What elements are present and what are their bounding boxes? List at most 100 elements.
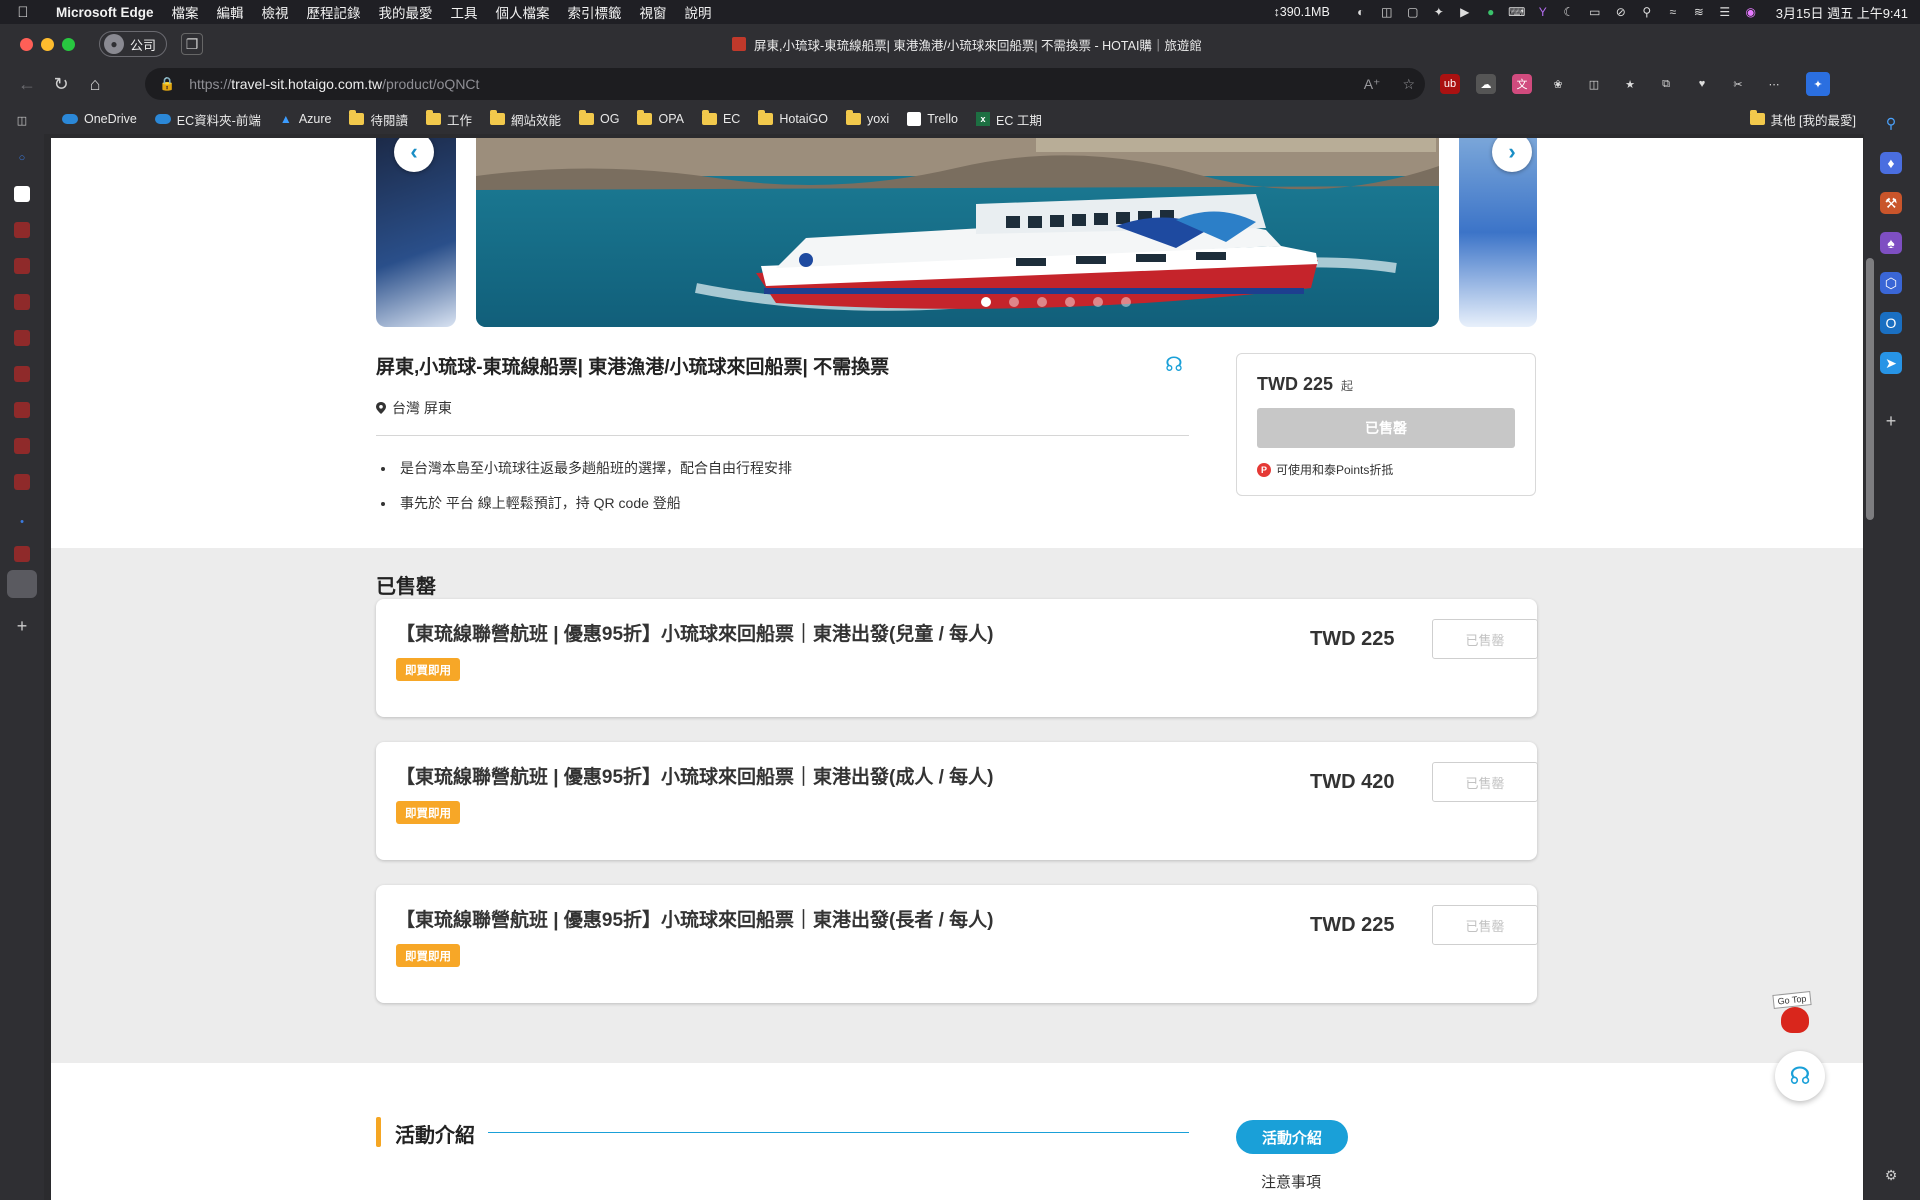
go-top-button[interactable]: Go Top [1772,991,1813,1039]
sidebar-settings-icon[interactable]: ⚙ [1880,1164,1902,1186]
sidebar-search-icon[interactable]: ⚲ [1880,112,1902,134]
vertical-tab-trello-icon[interactable] [14,186,30,202]
performance-icon[interactable]: ♥ [1692,74,1712,94]
vertical-tab-hotai-icon[interactable] [14,438,30,454]
minimize-window-button[interactable] [41,37,54,51]
package-card[interactable]: 【東琉線聯營航班 | 優惠95折】小琉球來回船票｜東港出發(長者 / 每人) 即… [376,885,1538,1003]
more-menu-icon[interactable]: ⋯ [1764,74,1784,94]
play-status-icon[interactable]: ▶ [1456,5,1474,19]
bookmark-hotaigo[interactable]: HotaiGO [758,110,828,126]
siri-icon[interactable]: ◉ [1742,5,1760,19]
bookmark-azure[interactable]: ▲ Azure [279,112,332,126]
menu-favorites[interactable]: 我的最愛 [370,2,442,22]
search-icon[interactable]: ⚲ [1638,5,1656,19]
line-app-icon[interactable]: ● [1482,5,1500,19]
vertical-tab-hotai-icon[interactable] [14,474,30,490]
bookmark-ec[interactable]: EC [701,110,740,126]
carousel-slide-ferry[interactable] [476,138,1439,327]
bookmark-onedrive[interactable]: OneDrive [62,112,137,126]
sidebar-add-icon[interactable]: + [1880,410,1902,432]
menu-help[interactable]: 說明 [676,2,721,22]
floating-chat-button[interactable]: ☊ [1775,1051,1825,1101]
package-soldout-button[interactable]: 已售罄 [1432,619,1538,659]
sidebar-copilot-icon[interactable]: ⬡ [1880,272,1902,294]
yahoo-icon[interactable]: Y [1534,5,1552,19]
vertical-tab-hotai-icon[interactable] [14,330,30,346]
package-card[interactable]: 【東琉線聯營航班 | 優惠95折】小琉球來回船票｜東港出發(兒童 / 每人) 即… [376,599,1538,717]
menu-edit[interactable]: 編輯 [208,2,253,22]
vertical-tab-hotai-icon[interactable] [14,366,30,382]
bookmark-to-read[interactable]: 待閱讀 [349,110,408,129]
bookmark-other-favorites[interactable]: 其他 [我的最愛] [1749,104,1856,134]
sidebar-send-icon[interactable]: ➤ [1880,352,1902,374]
tab-actions-icon[interactable]: ◫ [14,112,30,128]
crescent-status-icon[interactable]: ◐ [1352,5,1370,19]
bookmark-opa[interactable]: OPA [637,110,684,126]
sidebar-tools-icon[interactable]: ⚒ [1880,192,1902,214]
apple-menu-icon[interactable]:  [0,4,46,21]
sidebar-outlook-icon[interactable]: O [1880,312,1902,334]
vertical-tab-hotai-icon[interactable] [14,294,30,310]
menu-tools[interactable]: 工具 [442,2,487,22]
read-aloud-icon[interactable]: A⁺ [1364,76,1381,93]
bookmark-yoxi[interactable]: yoxi [845,110,889,126]
lock-icon[interactable]: 🔒 [159,76,175,92]
menu-tabs[interactable]: 索引標籤 [559,2,631,22]
carousel-dot[interactable] [981,297,991,307]
refresh-icon[interactable]: ↻ [44,67,78,101]
page-scrollbar[interactable] [1866,258,1874,520]
translate-extension-icon[interactable]: 文 [1512,74,1532,94]
carousel-dot[interactable] [1121,297,1131,307]
pin-status-icon[interactable]: ✦ [1430,5,1448,19]
carousel-dot[interactable] [1009,297,1019,307]
active-tab[interactable]: 屏東,小琉球-東琉線船票| 東港漁港/小琉球來回船票| 不需換票 - HOTAI… [732,24,1202,64]
customer-service-icon[interactable]: ☊ [1162,352,1186,376]
extensions-icon[interactable]: ❀ [1548,74,1568,94]
carousel-dot[interactable] [1037,297,1047,307]
ublock-icon[interactable]: ub [1440,74,1460,94]
split-screen-icon[interactable]: ◫ [1584,74,1604,94]
battery-icon[interactable]: ▭ [1586,5,1604,19]
vertical-tab-hotai-icon[interactable] [14,258,30,274]
moon-icon[interactable]: ☾ [1560,5,1578,19]
shield-status-icon[interactable]: ◫ [1378,5,1396,19]
vertical-tab-hotai-icon[interactable] [14,546,30,562]
soldout-button[interactable]: 已售罄 [1257,408,1515,448]
vertical-tab-dot-icon[interactable]: • [14,514,30,530]
screenshot-icon[interactable]: ▢ [1404,5,1422,19]
menu-view[interactable]: 檢視 [253,2,298,22]
control-center-icon[interactable]: ☰ [1716,5,1734,19]
bookmark-og[interactable]: OG [579,110,619,126]
vertical-tab-hotai-icon[interactable] [14,222,30,238]
menu-file[interactable]: 檔案 [163,2,208,22]
favorites-icon[interactable]: ★ [1620,74,1640,94]
mute-icon[interactable]: ⊘ [1612,5,1630,19]
menu-profiles[interactable]: 個人檔案 [487,2,559,22]
carousel-dot[interactable] [1093,297,1103,307]
menu-window[interactable]: 視窗 [631,2,676,22]
favorite-star-icon[interactable]: ☆ [1402,76,1415,93]
bookmark-work[interactable]: 工作 [426,110,472,129]
cloud-extension-icon[interactable]: ☁ [1476,74,1496,94]
back-icon[interactable]: ← [10,67,44,101]
sidebar-shopping-icon[interactable]: ♦ [1880,152,1902,174]
profile-button[interactable]: ● 公司 [99,31,168,57]
menu-app-name[interactable]: Microsoft Edge [46,5,163,20]
screenshot-tool-icon[interactable]: ✂ [1728,74,1748,94]
carousel-dot[interactable] [1065,297,1075,307]
vertical-tab-active[interactable] [7,570,37,598]
package-soldout-button[interactable]: 已售罄 [1432,762,1538,802]
workspaces-icon[interactable]: ❐ [181,33,204,55]
home-icon[interactable]: ⌂ [78,67,112,101]
bookmark-ec-schedule[interactable]: x EC 工期 [976,110,1042,129]
bookmark-performance[interactable]: 網站效能 [490,110,561,129]
new-tab-plus-icon[interactable]: + [14,616,30,636]
keyboard-icon[interactable]: ⌨ [1508,5,1526,19]
sidebar-games-icon[interactable]: ♠ [1880,232,1902,254]
url-text[interactable]: https://travel-sit.hotaigo.com.tw/produc… [189,76,479,92]
address-bar[interactable]: 🔒 https://travel-sit.hotaigo.com.tw/prod… [145,68,1425,100]
vertical-tab-hotai-icon[interactable] [14,402,30,418]
zoom-window-button[interactable] [62,37,75,51]
package-card[interactable]: 【東琉線聯營航班 | 優惠95折】小琉球來回船票｜東港出發(成人 / 每人) 即… [376,742,1538,860]
close-window-button[interactable] [20,37,33,51]
